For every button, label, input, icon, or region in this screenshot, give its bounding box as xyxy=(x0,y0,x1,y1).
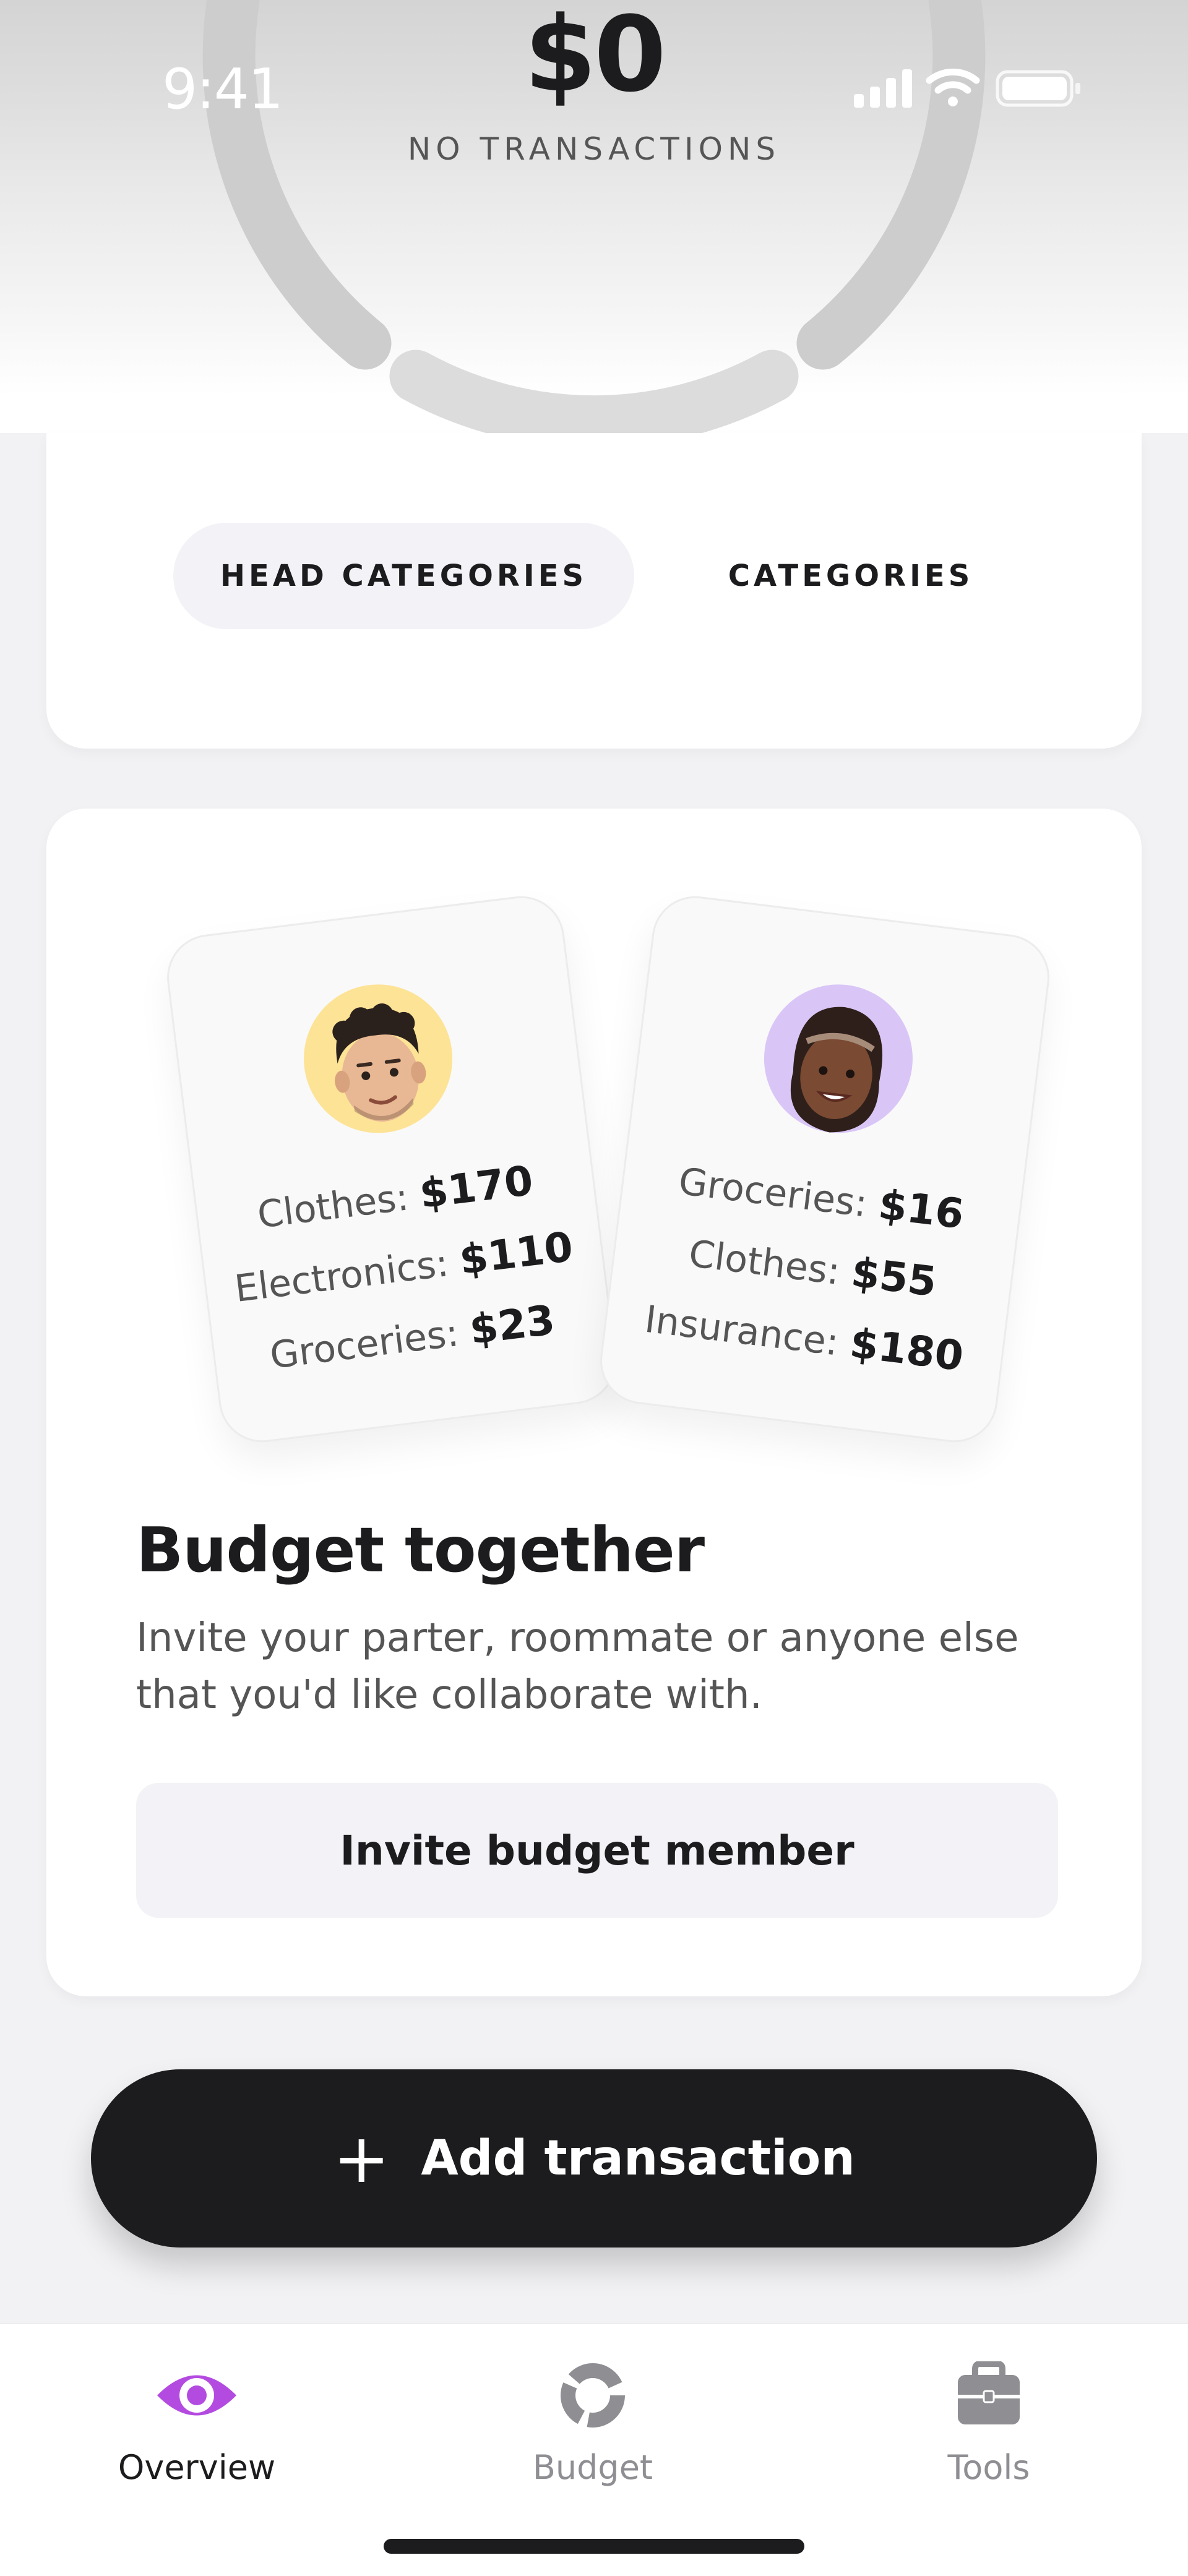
memoji-man-icon xyxy=(332,1003,426,1122)
plus-icon: + xyxy=(333,2119,390,2198)
member-card-left: Clothes: $170 Electronics: $110 Grocerie… xyxy=(162,891,621,1448)
total-amount: $0 xyxy=(524,0,666,115)
donut-chart-icon xyxy=(561,2363,625,2428)
budget-together-card: Clothes: $170 Electronics: $110 Grocerie… xyxy=(46,809,1142,1996)
member-expense-list: Groceries: $16 Clothes: $55 Insurance: $… xyxy=(603,1139,1022,1397)
tab-budget-label: Budget xyxy=(532,2448,653,2487)
member-card-right: Groceries: $16 Clothes: $55 Insurance: $… xyxy=(595,891,1054,1448)
avatar xyxy=(755,976,921,1142)
memoji-woman-icon xyxy=(790,1007,883,1133)
tab-categories[interactable]: CATEGORIES xyxy=(696,523,1005,629)
tab-overview[interactable]: Overview xyxy=(73,2361,321,2487)
tab-tools[interactable]: Tools xyxy=(865,2361,1113,2487)
summary-card: HEAD CATEGORIES CATEGORIES xyxy=(46,359,1142,749)
member-expense-list: Clothes: $170 Electronics: $110 Grocerie… xyxy=(194,1139,613,1397)
add-transaction-button[interactable]: + Add transaction xyxy=(91,2069,1097,2248)
home-indicator xyxy=(384,2539,804,2554)
invite-member-button[interactable]: Invite budget member xyxy=(136,1783,1058,1918)
tab-bar: Overview Budget Tools xyxy=(0,2323,1188,2576)
tab-head-categories[interactable]: HEAD CATEGORIES xyxy=(173,523,634,629)
tab-budget[interactable]: Budget xyxy=(469,2361,717,2487)
tab-tools-label: Tools xyxy=(947,2448,1030,2487)
budget-together-title: Budget together xyxy=(136,1514,705,1586)
add-transaction-label: Add transaction xyxy=(421,2131,855,2186)
tab-overview-label: Overview xyxy=(118,2448,276,2487)
total-subtitle: NO TRANSACTIONS xyxy=(407,131,781,167)
budget-together-description: Invite your parter, roommate or anyone e… xyxy=(136,1615,1019,1718)
eye-icon xyxy=(157,2375,236,2416)
toolbox-icon xyxy=(958,2361,1020,2424)
avatar xyxy=(295,976,461,1142)
